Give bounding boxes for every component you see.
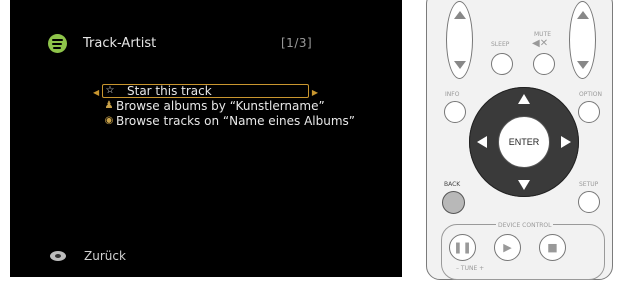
back-label-remote: BACK [444, 181, 461, 188]
dpad-right-icon[interactable] [561, 136, 571, 148]
menu-item-label: Star this track [127, 84, 212, 98]
menu-item-label: Browse albums by “Kunstlername” [116, 99, 325, 113]
screen-header: Track-Artist [1/3] [48, 34, 398, 56]
menu-item-browse-tracks[interactable]: ◉ Browse tracks on “Name eines Albums” [90, 114, 355, 128]
up-arrow-icon [454, 11, 466, 19]
screen-title: Track-Artist [83, 36, 157, 51]
sleep-label: SLEEP [491, 41, 510, 48]
dpad-down-icon[interactable] [518, 180, 530, 190]
down-arrow-icon [577, 61, 589, 69]
person-icon: ♟ [104, 100, 114, 111]
mute-button[interactable] [533, 53, 555, 75]
dpad-up-icon[interactable] [518, 94, 530, 104]
play-button[interactable]: ▶ [494, 234, 521, 261]
left-arrow-icon: ◀ [93, 88, 100, 97]
dpad-left-icon[interactable] [477, 136, 487, 148]
info-label: INFO [445, 91, 460, 98]
mute-label: MUTE [534, 31, 552, 38]
tv-screen: Track-Artist [1/3] ◀ ☆ Star this track ▶… [10, 0, 402, 277]
setup-label: SETUP [579, 181, 599, 188]
spotify-logo-icon [48, 34, 67, 53]
track-options-menu: ◀ ☆ Star this track ▶ ♟ Browse albums by… [90, 84, 355, 129]
play-icon: ▶ [503, 241, 512, 254]
disc-icon: ◉ [104, 115, 114, 126]
option-label: OPTION [579, 91, 602, 98]
pause-button[interactable]: ❚❚ [449, 234, 476, 261]
down-arrow-icon [454, 61, 466, 69]
back-button[interactable] [442, 191, 465, 214]
device-control-label: DEVICE CONTROL [496, 222, 554, 229]
up-arrow-icon [577, 11, 589, 19]
direction-pad[interactable]: ENTER [469, 87, 579, 197]
pause-icon: ❚❚ [453, 241, 472, 254]
stop-button[interactable]: ■ [539, 234, 566, 261]
mute-icon: ◀✕ [532, 38, 549, 49]
menu-item-browse-albums[interactable]: ♟ Browse albums by “Kunstlername” [90, 99, 355, 113]
page-indicator: [1/3] [281, 36, 313, 50]
tune-label: – TUNE + [456, 265, 485, 272]
option-button[interactable] [578, 101, 600, 123]
device-control-panel: DEVICE CONTROL ❚❚ ▶ ■ – TUNE + [441, 222, 605, 280]
setup-button[interactable] [578, 191, 600, 213]
back-button-icon [50, 251, 66, 261]
right-arrow-icon: ▶ [311, 88, 318, 97]
sleep-button[interactable] [491, 53, 513, 75]
info-button[interactable] [444, 101, 466, 123]
stop-icon: ■ [547, 241, 558, 254]
enter-button[interactable]: ENTER [498, 116, 550, 168]
remote-control: SLEEP MUTE ◀✕ INFO OPTION ENTER BACK SET… [426, 0, 613, 280]
menu-item-star-track[interactable]: ◀ ☆ Star this track ▶ [93, 84, 318, 98]
back-label: Zurück [84, 249, 126, 263]
menu-item-label: Browse tracks on “Name eines Albums” [116, 114, 356, 128]
star-outline-icon: ☆ [105, 85, 115, 96]
